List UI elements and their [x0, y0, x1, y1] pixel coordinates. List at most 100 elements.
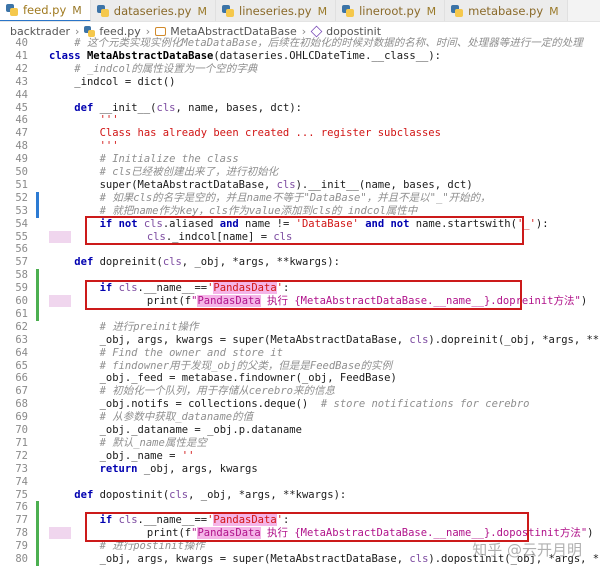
code-text: _obj._name = '' — [99, 449, 195, 462]
code-line[interactable]: 62 # 进行preinit操作 — [0, 321, 600, 334]
code-text: # 这个元类实现实例化MetaDataBase，后续在初始化的时候对数据的名称、… — [74, 37, 583, 49]
code-line[interactable]: 42 # _indcol的属性设置为一个空的字典 — [0, 63, 600, 76]
code-line[interactable]: 43 _indcol = dict() — [0, 76, 600, 89]
git-change-marker[interactable] — [36, 282, 39, 295]
code-text: # 如果cls的名字是空的，并且name不等于"DataBase"，并且不是以"… — [99, 191, 491, 204]
code-text: return _obj, args, kwargs — [99, 462, 258, 475]
code-line[interactable]: 65 # findowner用于发现_obj的父类，但是是FeedBase的实例 — [0, 360, 600, 373]
code-editor[interactable]: 40 # 这个元类实现实例化MetaDataBase，后续在初始化的时候对数据的… — [0, 37, 600, 566]
git-change-marker[interactable] — [36, 191, 39, 205]
breadcrumb-item-method[interactable]: dopostinit — [326, 25, 381, 38]
code-line[interactable]: 73 return _obj, args, kwargs — [0, 463, 600, 476]
code-line[interactable]: 74 — [0, 476, 600, 489]
git-change-marker[interactable] — [36, 527, 39, 541]
code-text: ''' — [99, 140, 119, 153]
modified-badge: M — [197, 4, 208, 18]
code-text: def __init__(cls, name, bases, dct): — [74, 101, 302, 114]
python-file-icon — [222, 5, 234, 17]
line-number: 72 — [15, 449, 28, 462]
modified-badge: M — [426, 4, 437, 18]
code-line[interactable]: 52 # 如果cls的名字是空的，并且name不等于"DataBase"，并且不… — [0, 191, 600, 205]
breadcrumb-item-file[interactable]: feed.py — [99, 25, 140, 38]
line-number: 79 — [15, 540, 28, 553]
code-text: _obj._dataname = _obj.p.dataname — [99, 424, 302, 436]
code-text: # 初始化一个队列，用于存储从cerebro来的信息 — [99, 385, 335, 398]
line-number: 56 — [15, 243, 28, 256]
code-line[interactable]: 41 class MetaAbstractDataBase(dataseries.… — [0, 50, 600, 63]
code-line[interactable]: 51 super(MetaAbstractDataBase, cls).__in… — [0, 179, 600, 192]
annotation-highlight-box — [85, 512, 529, 543]
code-line[interactable]: 45 def __init__(cls, name, bases, dct): — [0, 102, 600, 115]
code-line[interactable]: 57 def dopreinit(cls, _obj, *args, **kwa… — [0, 256, 600, 269]
code-line[interactable]: 75 def dopostinit(cls, _obj, *args, **kw… — [0, 489, 600, 502]
python-file-icon — [6, 4, 18, 16]
line-number: 51 — [15, 178, 28, 191]
line-number: 50 — [15, 166, 28, 178]
modified-badge: M — [72, 3, 82, 17]
git-change-marker[interactable] — [36, 307, 39, 321]
code-line[interactable]: 67 # 初始化一个队列，用于存储从cerebro来的信息 — [0, 385, 600, 398]
line-number: 64 — [15, 346, 28, 359]
git-change-marker[interactable] — [36, 514, 39, 528]
code-line[interactable]: 47 Class has already been created ... re… — [0, 127, 600, 140]
line-number: 58 — [15, 269, 28, 282]
line-number: 46 — [15, 114, 28, 127]
code-text: # 默认_name属性是空 — [99, 436, 207, 449]
code-line[interactable]: 69 # 从参数中获取_dataname的值 — [0, 411, 600, 424]
tab-label: metabase.py — [468, 4, 544, 18]
line-number: 52 — [15, 191, 28, 204]
modified-badge: M — [317, 4, 328, 18]
code-line[interactable]: 71 # 默认_name属性是空 — [0, 437, 600, 450]
code-text: class MetaAbstractDataBase(dataseries.OH… — [49, 49, 441, 62]
tab-feed-py[interactable]: feed.py M — [0, 0, 91, 21]
code-line[interactable]: 64 # Find the owner and store it — [0, 347, 600, 360]
tab-label: dataseries.py — [113, 4, 192, 18]
code-line[interactable]: 66 _obj._feed = metabase.findowner(_obj,… — [0, 372, 600, 385]
code-line[interactable]: 63 _obj, args, kwargs = super(MetaAbstra… — [0, 334, 600, 347]
code-text: ''' — [99, 114, 119, 127]
tab-lineroot-py[interactable]: lineroot.py M — [336, 0, 446, 21]
code-line[interactable]: 68 _obj.notifs = collections.deque() # s… — [0, 398, 600, 411]
code-text: def dopreinit(cls, _obj, *args, **kwargs… — [74, 256, 340, 269]
line-number: 75 — [15, 488, 28, 501]
git-change-marker[interactable] — [36, 540, 39, 553]
code-line[interactable]: 48 ''' — [0, 140, 600, 153]
line-number: 78 — [15, 527, 28, 540]
tab-dataseries-py[interactable]: dataseries.py M — [90, 0, 216, 21]
git-change-marker[interactable] — [36, 501, 39, 515]
breadcrumb-item-class[interactable]: MetaAbstractDataBase — [170, 25, 297, 38]
code-line[interactable]: 70 _obj._dataname = _obj.p.dataname — [0, 424, 600, 437]
line-number: 45 — [15, 101, 28, 114]
tab-lineseries-py[interactable]: lineseries.py M — [216, 0, 337, 21]
git-change-marker[interactable] — [36, 553, 39, 566]
line-number: 54 — [15, 217, 28, 230]
code-text: Class has already been created ... regis… — [99, 127, 441, 140]
line-number: 69 — [15, 411, 28, 424]
tab-metabase-py[interactable]: metabase.py M — [445, 0, 568, 21]
code-line[interactable]: 44 — [0, 89, 600, 102]
method-symbol-icon — [310, 25, 323, 37]
code-line[interactable]: 49 # Initialize the class — [0, 153, 600, 166]
modified-badge: M — [549, 4, 559, 18]
line-number: 42 — [15, 62, 28, 75]
code-text: # cls已经被创建出来了，进行初始化 — [99, 166, 279, 178]
line-number: 77 — [15, 514, 28, 527]
code-line[interactable]: 40 # 这个元类实现实例化MetaDataBase，后续在初始化的时候对数据的… — [0, 37, 600, 50]
line-number: 68 — [15, 398, 28, 411]
line-number: 61 — [15, 307, 28, 320]
breadcrumb-separator: › — [75, 24, 80, 38]
code-line[interactable]: 50 # cls已经被创建出来了，进行初始化 — [0, 166, 600, 179]
code-line[interactable]: 72 _obj._name = '' — [0, 450, 600, 463]
git-change-marker[interactable] — [36, 295, 39, 308]
line-number: 80 — [15, 553, 28, 565]
line-number: 55 — [15, 230, 28, 243]
git-change-marker[interactable] — [36, 269, 39, 283]
breadcrumb-item-folder[interactable]: backtrader — [10, 25, 70, 38]
code-text: _obj, args, kwargs = super(MetaAbstractD… — [99, 333, 600, 346]
line-number: 65 — [15, 359, 28, 372]
class-symbol-icon — [155, 26, 167, 36]
code-line[interactable]: 46 ''' — [0, 114, 600, 127]
editor-tab-bar: feed.py M dataseries.py M lineseries.py … — [0, 0, 600, 22]
line-number: 53 — [15, 204, 28, 217]
git-change-marker[interactable] — [36, 204, 39, 218]
